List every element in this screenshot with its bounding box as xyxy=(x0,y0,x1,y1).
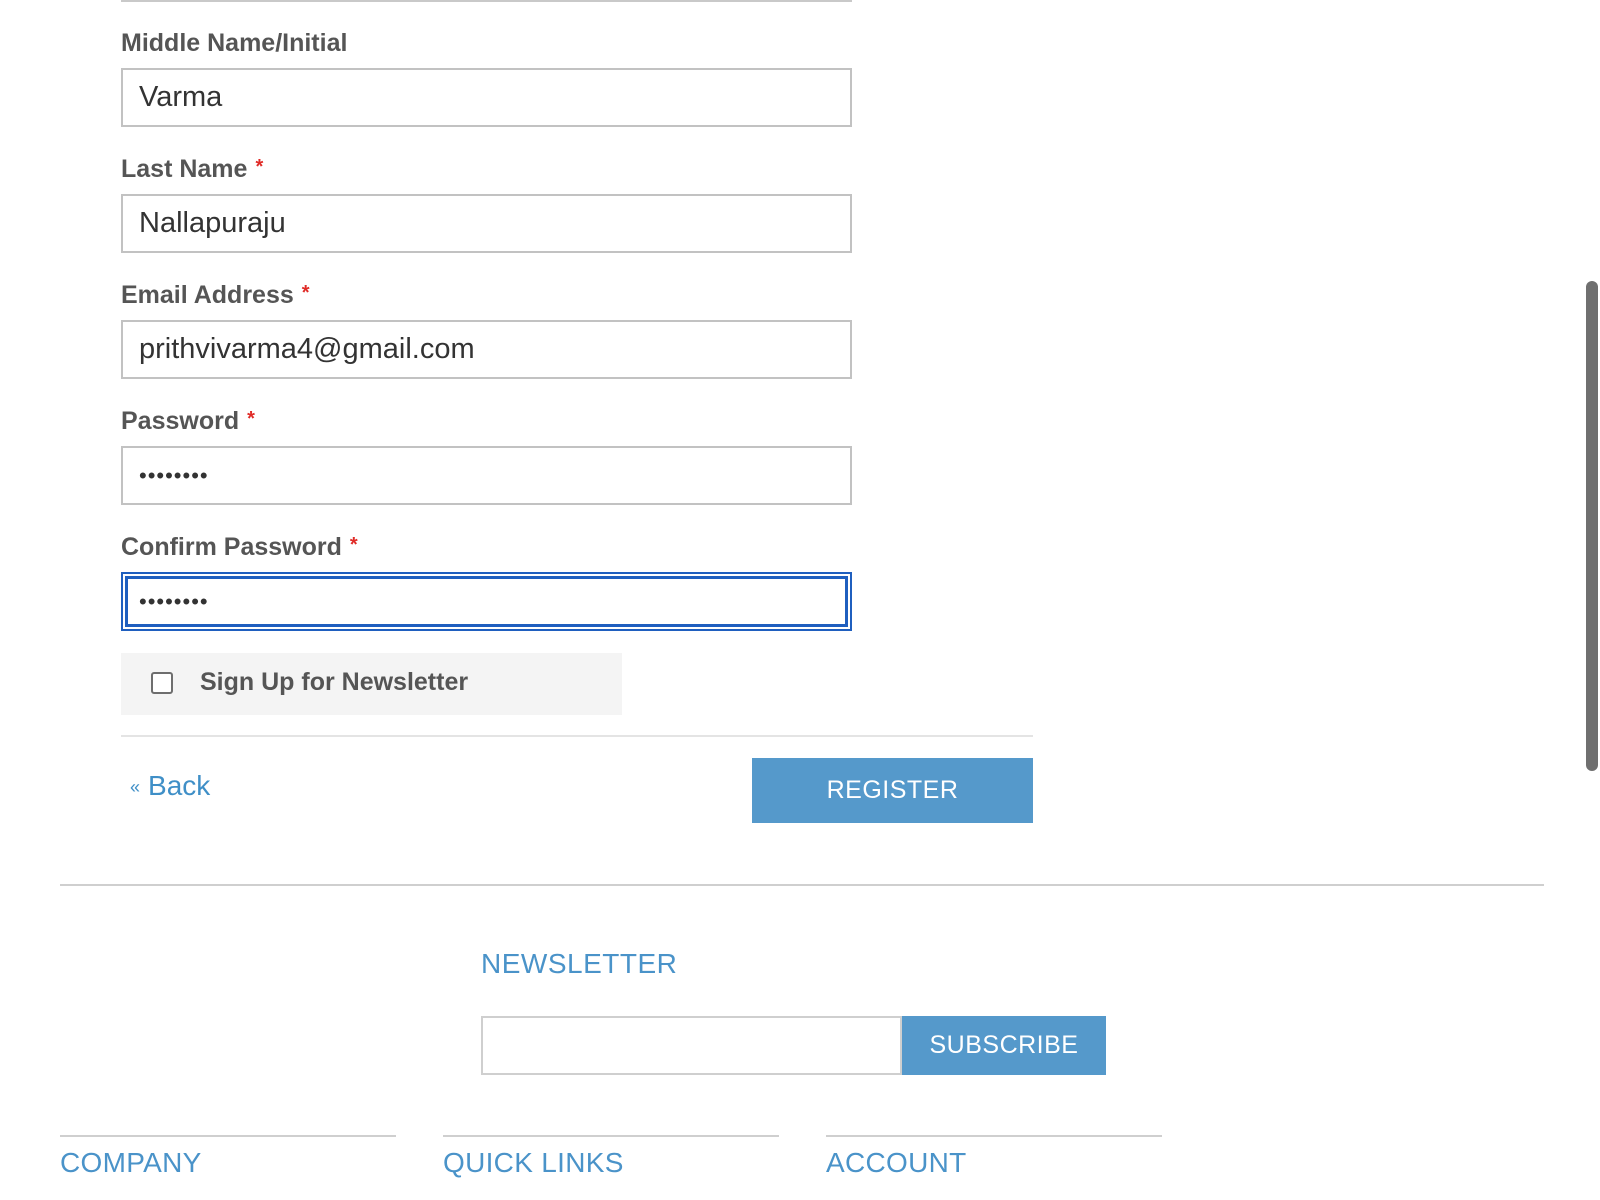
email-input[interactable] xyxy=(121,320,852,379)
password-input[interactable] xyxy=(121,446,852,505)
footer-column-title[interactable]: ACCOUNT xyxy=(826,1147,1162,1179)
footer-column-company: COMPANY xyxy=(60,1135,396,1179)
middle-name-label: Middle Name/Initial xyxy=(121,28,347,58)
confirm-password-input[interactable] xyxy=(121,572,852,631)
required-marker: * xyxy=(247,408,255,430)
footer-column-account: ACCOUNT xyxy=(826,1135,1162,1179)
last-name-label: Last Name * xyxy=(121,154,263,186)
footer-column-quick-links: QUICK LINKS xyxy=(443,1135,779,1179)
footer-column-title[interactable]: QUICK LINKS xyxy=(443,1147,779,1179)
footer-column-divider xyxy=(826,1135,1162,1137)
register-button[interactable]: REGISTER xyxy=(752,758,1033,823)
scrollbar-thumb[interactable] xyxy=(1586,281,1598,771)
footer-column-divider xyxy=(443,1135,779,1137)
double-chevron-left-icon: « xyxy=(130,777,141,797)
required-marker: * xyxy=(255,156,264,178)
newsletter-checkbox-label[interactable]: Sign Up for Newsletter xyxy=(200,668,468,697)
last-name-label-text: Last Name xyxy=(121,155,248,183)
back-link[interactable]: « Back xyxy=(130,770,210,802)
password-label: Password * xyxy=(121,406,255,438)
required-marker: * xyxy=(349,534,358,556)
email-label-text: Email Address xyxy=(121,281,294,309)
last-name-input[interactable] xyxy=(121,194,852,253)
footer-column-title[interactable]: COMPANY xyxy=(60,1147,396,1179)
confirm-password-label: Confirm Password * xyxy=(121,532,358,564)
middle-name-label-text: Middle Name/Initial xyxy=(121,29,348,57)
newsletter-email-input[interactable] xyxy=(481,1016,902,1075)
footer-column-divider xyxy=(60,1135,396,1137)
newsletter-signup-option[interactable]: Sign Up for Newsletter xyxy=(121,653,622,715)
form-top-divider xyxy=(121,0,852,2)
subscribe-button[interactable]: SUBSCRIBE xyxy=(902,1016,1106,1075)
footer-divider xyxy=(60,884,1544,886)
footer-newsletter-heading: NEWSLETTER xyxy=(481,948,678,979)
middle-name-input[interactable] xyxy=(121,68,852,127)
required-marker: * xyxy=(301,282,310,304)
email-label: Email Address * xyxy=(121,280,310,312)
back-link-label: Back xyxy=(148,770,211,801)
password-label-text: Password xyxy=(121,407,240,435)
actions-divider xyxy=(121,735,1033,737)
confirm-password-label-text: Confirm Password xyxy=(121,533,342,561)
newsletter-checkbox[interactable] xyxy=(151,672,173,694)
